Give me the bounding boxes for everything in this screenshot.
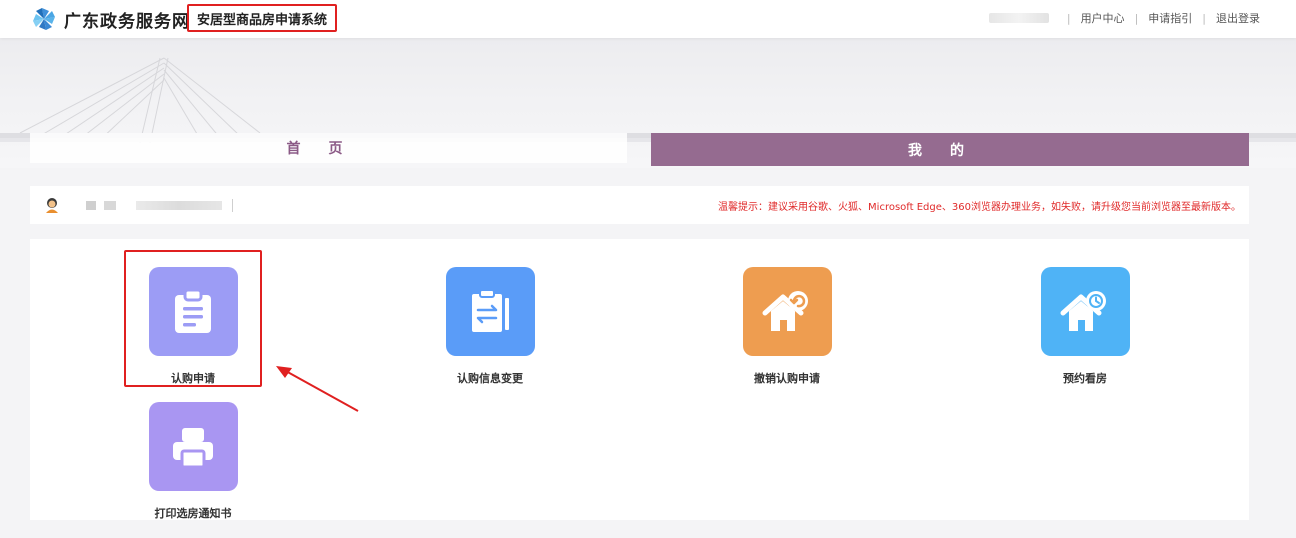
pinwheel-logo-icon	[33, 8, 55, 30]
site-name: 广东政务服务网	[64, 11, 190, 32]
card-label: 认购申请	[171, 372, 215, 385]
banner: 首页 我的	[0, 38, 1296, 168]
clipboard-icon	[175, 288, 211, 333]
tab-mine[interactable]: 我的	[651, 133, 1249, 166]
swap-document-icon	[472, 288, 509, 332]
system-title: 安居型商品房申请系统	[187, 4, 337, 32]
card-viewing-appointment[interactable]: 预约看房	[1015, 267, 1155, 386]
user-name-blurred	[86, 199, 233, 212]
user-avatar-icon	[46, 198, 58, 213]
card-icon-box	[1040, 267, 1130, 356]
card-icon-box	[445, 267, 535, 356]
card-label: 撤销认购申请	[754, 372, 820, 385]
username-blurred	[988, 13, 1049, 23]
card-print-notice[interactable]: 打印选房通知书	[123, 402, 263, 521]
site-logo[interactable]: 广东政务服务网	[32, 6, 190, 32]
house-undo-icon	[762, 290, 808, 331]
browser-tip: 温馨提示：建议采用谷歌、火狐、Microsoft Edge、360浏览器办理业务…	[718, 202, 1241, 213]
card-label: 预约看房	[1063, 372, 1107, 385]
printer-icon	[173, 427, 213, 468]
tab-home[interactable]: 首页	[30, 133, 627, 163]
card-label: 认购信息变更	[457, 372, 523, 385]
card-info-change[interactable]: 认购信息变更	[420, 267, 560, 386]
red-arrow-annotation	[276, 366, 359, 412]
card-cancel-application[interactable]: 撤销认购申请	[717, 267, 857, 386]
user-info-bar: 温馨提示：建议采用谷歌、火狐、Microsoft Edge、360浏览器办理业务…	[30, 186, 1249, 224]
top-header: 广东政务服务网 安居型商品房申请系统 | 用户中心 | 申请指引 | 退出登录	[0, 0, 1296, 38]
card-icon-box	[148, 267, 238, 356]
top-links: | 用户中心 | 申请指引 | 退出登录	[988, 10, 1260, 26]
card-icon-box	[742, 267, 832, 356]
card-label: 打印选房通知书	[154, 507, 232, 520]
card-purchase-application[interactable]: 认购申请	[123, 267, 263, 386]
card-icon-box	[148, 402, 238, 491]
user-center-link[interactable]: 用户中心	[1081, 10, 1125, 26]
application-guide-link[interactable]: 申请指引	[1148, 10, 1192, 26]
logout-link[interactable]: 退出登录	[1216, 10, 1260, 26]
house-clock-icon	[1060, 290, 1106, 331]
